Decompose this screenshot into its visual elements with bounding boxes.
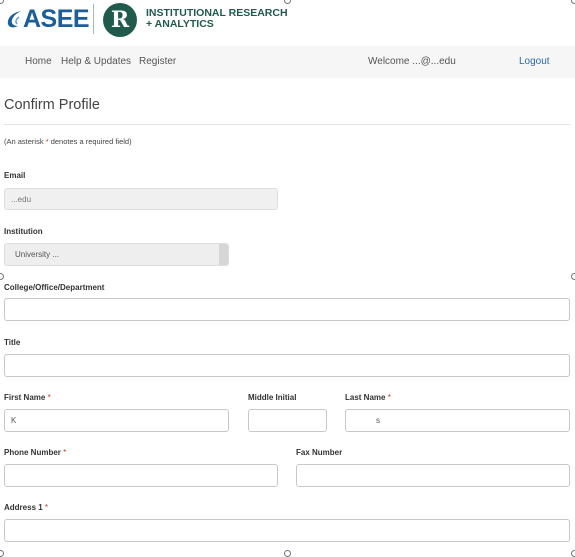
note-prefix: (An asterisk (4, 137, 46, 146)
institution-select[interactable]: University ... (4, 243, 229, 266)
title-label: Title (4, 338, 20, 347)
resize-handle-right[interactable] (571, 273, 575, 280)
department-input[interactable] (4, 298, 570, 321)
logo-divider (93, 4, 94, 34)
phone-label-text: Phone Number (4, 448, 61, 457)
title-divider (4, 124, 570, 125)
phone-required-marker: * (63, 448, 67, 457)
title-label-text: Title (4, 338, 21, 347)
institution-label-text: Institution (4, 227, 43, 236)
middle-initial-input[interactable] (248, 409, 327, 432)
fax-input[interactable] (296, 464, 570, 487)
header: ASEE R INSTITUTIONAL RESEARCH + ANALYTIC… (0, 0, 575, 44)
title-input[interactable] (4, 354, 570, 377)
nav-bar: Home Help & Updates Register Welcome ...… (0, 46, 575, 78)
address1-label-text: Address 1 (4, 503, 43, 512)
address1-input[interactable] (4, 519, 570, 542)
phone-input[interactable] (4, 464, 278, 487)
middle-initial-label: Middle Initial (248, 393, 296, 402)
logout-link[interactable]: Logout (519, 56, 550, 67)
required-field-note: (An asterisk * denotes a required field) (4, 137, 132, 146)
fax-label-text: Fax Number (296, 448, 343, 457)
email-label-text: Email (4, 171, 26, 180)
address1-required-marker: * (44, 503, 49, 512)
email-field[interactable] (4, 188, 278, 210)
asee-logo[interactable]: ASEE (6, 5, 90, 33)
department-label: College/Office/Department (4, 283, 104, 292)
last-name-label-text: Last Name (345, 393, 386, 402)
asee-swoosh-icon (7, 11, 21, 28)
ira-line-2: + ANALYTICS (146, 18, 214, 30)
ira-logo-icon[interactable]: R (103, 3, 137, 37)
last-name-label: Last Name * (345, 393, 391, 402)
phone-label: Phone Number * (4, 448, 66, 457)
fax-label: Fax Number (296, 448, 342, 457)
nav-home-link[interactable]: Home (25, 56, 52, 67)
asee-logo-text: ASEE (23, 5, 90, 33)
nav-register-link[interactable]: Register (139, 56, 176, 67)
select-caret-icon[interactable] (219, 244, 228, 265)
ira-logo-text: INSTITUTIONAL RESEARCH + ANALYTICS (146, 8, 288, 30)
institution-selected-value: University ... (15, 250, 60, 259)
nav-help-updates-link[interactable]: Help & Updates (61, 56, 131, 67)
first-name-required-marker: * (47, 393, 51, 402)
email-label: Email (4, 171, 25, 180)
last-name-required-marker: * (387, 393, 391, 402)
first-name-label-text: First Name (4, 393, 46, 402)
resize-handle-top-right[interactable] (571, 0, 575, 4)
department-label-text: College/Office/Department (4, 283, 105, 292)
user-email: ...@...edu (412, 56, 456, 67)
address1-label: Address 1 * (4, 503, 48, 512)
page-title: Confirm Profile (4, 97, 100, 113)
resize-handle-left[interactable] (0, 273, 4, 280)
ira-monogram: R (110, 7, 130, 33)
first-name-input[interactable] (4, 409, 229, 432)
institution-label: Institution (4, 227, 43, 236)
last-name-input[interactable] (345, 409, 570, 432)
welcome-text: Welcome (368, 56, 413, 67)
note-suffix: denotes a required field) (48, 137, 132, 146)
first-name-label: First Name * (4, 393, 51, 402)
welcome-message: Welcome ...@...edu (368, 56, 456, 67)
middle-initial-label-text: Middle Initial (248, 393, 297, 402)
